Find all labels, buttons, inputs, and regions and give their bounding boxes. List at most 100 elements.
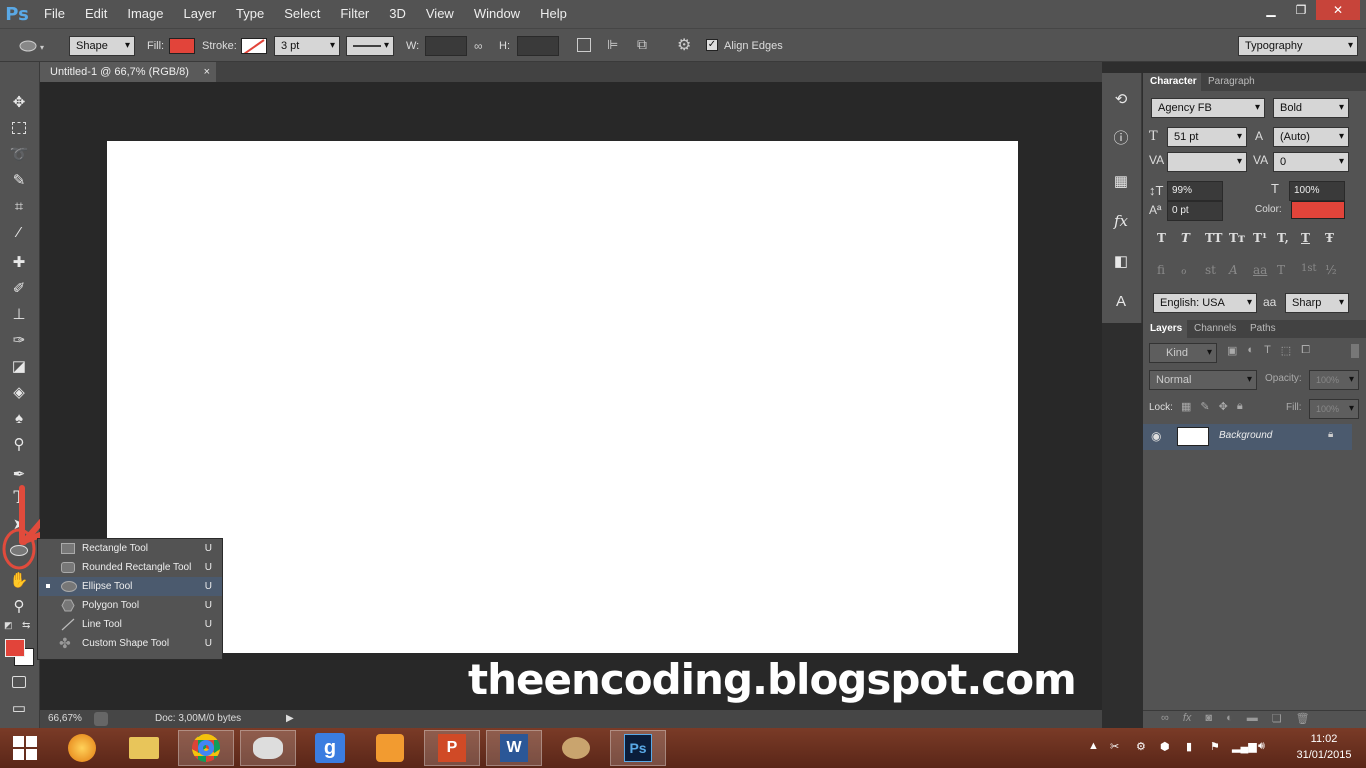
antialias-select[interactable]: Sharp [1285,293,1349,313]
status-menu-arrow-icon[interactable]: ▶ [286,710,294,728]
close-button[interactable]: ✕ [1316,0,1360,20]
kerning-input[interactable] [1167,152,1247,172]
powerpoint-icon[interactable]: P [424,730,480,766]
gear-icon[interactable]: ⚙ [677,35,691,55]
move-tool-icon[interactable]: ✥ [0,90,38,114]
adjustments-panel-icon[interactable]: ◧ [1102,249,1140,273]
menu-image[interactable]: Image [117,0,173,28]
fractions-button[interactable]: ½ [1325,263,1343,277]
align-edges-checkbox[interactable]: ✓ [706,39,718,51]
battery-icon[interactable]: ▮ [1186,740,1192,753]
height-input[interactable] [517,36,559,56]
titling-alternates-button[interactable]: T [1277,263,1295,277]
blend-mode-select[interactable]: Normal [1149,370,1257,390]
horizontal-scale-input[interactable]: 100% [1289,181,1345,201]
flyout-polygon-tool[interactable]: Polygon Tool U [39,596,222,615]
paint-bucket-tool-icon[interactable]: ◈ [0,380,38,404]
smart-object-filter-icon[interactable]: ⧠ [1301,344,1310,357]
layer-name[interactable]: Background [1219,430,1272,441]
chrome-icon[interactable] [178,730,234,766]
new-layer-icon[interactable]: ❏ [1272,712,1282,725]
info-panel-icon[interactable]: ⓘ [1102,125,1140,149]
stylistic-alternates-button[interactable]: aa [1253,263,1271,277]
opacity-input[interactable]: 100% [1309,370,1359,390]
small-caps-button[interactable]: Tт [1229,231,1247,245]
history-panel-icon[interactable]: ⟲ [1102,87,1140,111]
tray-icon-2[interactable]: ⚙ [1136,740,1146,753]
marquee-tool-icon[interactable] [0,116,38,140]
word-icon[interactable]: W [486,730,542,766]
pixel-filter-icon[interactable]: ▣ [1227,344,1237,357]
underline-button[interactable]: T [1301,231,1319,245]
vertical-scale-input[interactable]: 99% [1167,181,1223,201]
path-operations-icon[interactable] [577,38,591,52]
minimize-button[interactable]: ▁ [1256,0,1286,20]
clock[interactable]: 11:02 31/01/2015 [1292,731,1356,763]
stroke-width-input[interactable]: 3 pt [274,36,340,56]
google-app-icon[interactable]: g [302,730,358,766]
flyout-ellipse-tool[interactable]: Ellipse Tool U [39,577,222,596]
styles-panel-icon[interactable]: fx [1102,209,1140,233]
layer-row[interactable]: ◉ Background 🔒︎ [1143,424,1352,450]
swash-button[interactable]: A [1229,263,1247,277]
tray-expand-icon[interactable]: ▲ [1088,740,1099,752]
font-family-select[interactable]: Agency FB [1151,98,1265,118]
tray-icon-1[interactable]: ✂ [1110,740,1119,753]
tracking-input[interactable]: 0 [1273,152,1349,172]
layer-mask-icon[interactable]: ◙ [1205,712,1212,725]
fill-input[interactable]: 100% [1309,399,1359,419]
flyout-line-tool[interactable]: Line Tool U [39,615,222,634]
delete-layer-icon[interactable]: 🗑︎ [1296,712,1310,725]
filter-toggle-icon[interactable] [1351,344,1359,358]
tab-character[interactable]: Character [1143,73,1204,91]
new-group-icon[interactable]: ▬ [1247,712,1258,725]
photoshop-taskbar-icon[interactable]: Ps [610,730,666,766]
status-info-icon[interactable] [94,712,108,726]
file-explorer-icon[interactable] [116,730,172,766]
baseline-shift-input[interactable]: 0 pt [1167,201,1223,221]
default-colors-icon[interactable]: ◩ [4,620,13,631]
swatches-panel-icon[interactable]: ▦ [1102,169,1140,193]
screen-mode-icon[interactable]: ▭ [0,696,38,720]
menu-3d[interactable]: 3D [379,0,416,28]
width-input[interactable] [425,36,467,56]
document-canvas[interactable] [107,141,1018,653]
swap-colors-icon[interactable]: ⇆ [22,620,30,631]
eye-icon[interactable]: ◉ [1151,429,1161,443]
zoom-level[interactable]: 66,67% [48,710,82,728]
menu-edit[interactable]: Edit [75,0,117,28]
clone-stamp-tool-icon[interactable]: ⊥ [0,302,38,326]
character-styles-panel-icon[interactable]: A [1102,289,1140,313]
document-tab[interactable]: Untitled-1 @ 66,7% (RGB/8) × [40,62,216,82]
quick-selection-tool-icon[interactable]: ✎ [0,168,38,192]
flyout-custom-shape-tool[interactable]: ✤ Custom Shape Tool U [39,634,222,653]
tab-layers[interactable]: Layers [1143,320,1190,338]
tab-paths[interactable]: Paths [1243,320,1283,338]
quick-mask-icon[interactable] [0,670,38,694]
volume-icon[interactable]: 🔊︎ [1258,740,1265,753]
crop-tool-icon[interactable]: ⌗ [0,194,38,218]
faux-bold-button[interactable]: T [1157,231,1175,245]
history-brush-tool-icon[interactable]: ✑ [0,328,38,352]
menu-select[interactable]: Select [274,0,330,28]
restore-button[interactable]: ❐ [1286,0,1316,20]
close-tab-icon[interactable]: × [204,62,210,82]
layer-kind-filter[interactable]: Kind [1149,343,1217,363]
adjustment-layer-icon[interactable]: ◐ [1226,712,1233,725]
tab-paragraph[interactable]: Paragraph [1201,73,1262,91]
stroke-color-swatch[interactable] [241,38,267,54]
menu-file[interactable]: File [34,0,75,28]
menu-help[interactable]: Help [530,0,577,28]
eyedropper-tool-icon[interactable]: ⁄ [0,220,38,244]
text-color-swatch[interactable] [1291,201,1345,219]
fill-color-swatch[interactable] [169,38,195,54]
ligatures-button[interactable]: fi [1157,263,1175,277]
lock-position-icon[interactable]: ✥ [1219,400,1228,413]
menu-type[interactable]: Type [226,0,274,28]
layer-style-icon[interactable]: fx [1183,712,1192,725]
paint-icon[interactable] [548,730,604,766]
workspace-select[interactable]: Typography [1238,36,1358,56]
link-layers-icon[interactable]: ∞ [1161,712,1169,725]
healing-brush-tool-icon[interactable]: ✚ [0,250,38,274]
menu-window[interactable]: Window [464,0,530,28]
